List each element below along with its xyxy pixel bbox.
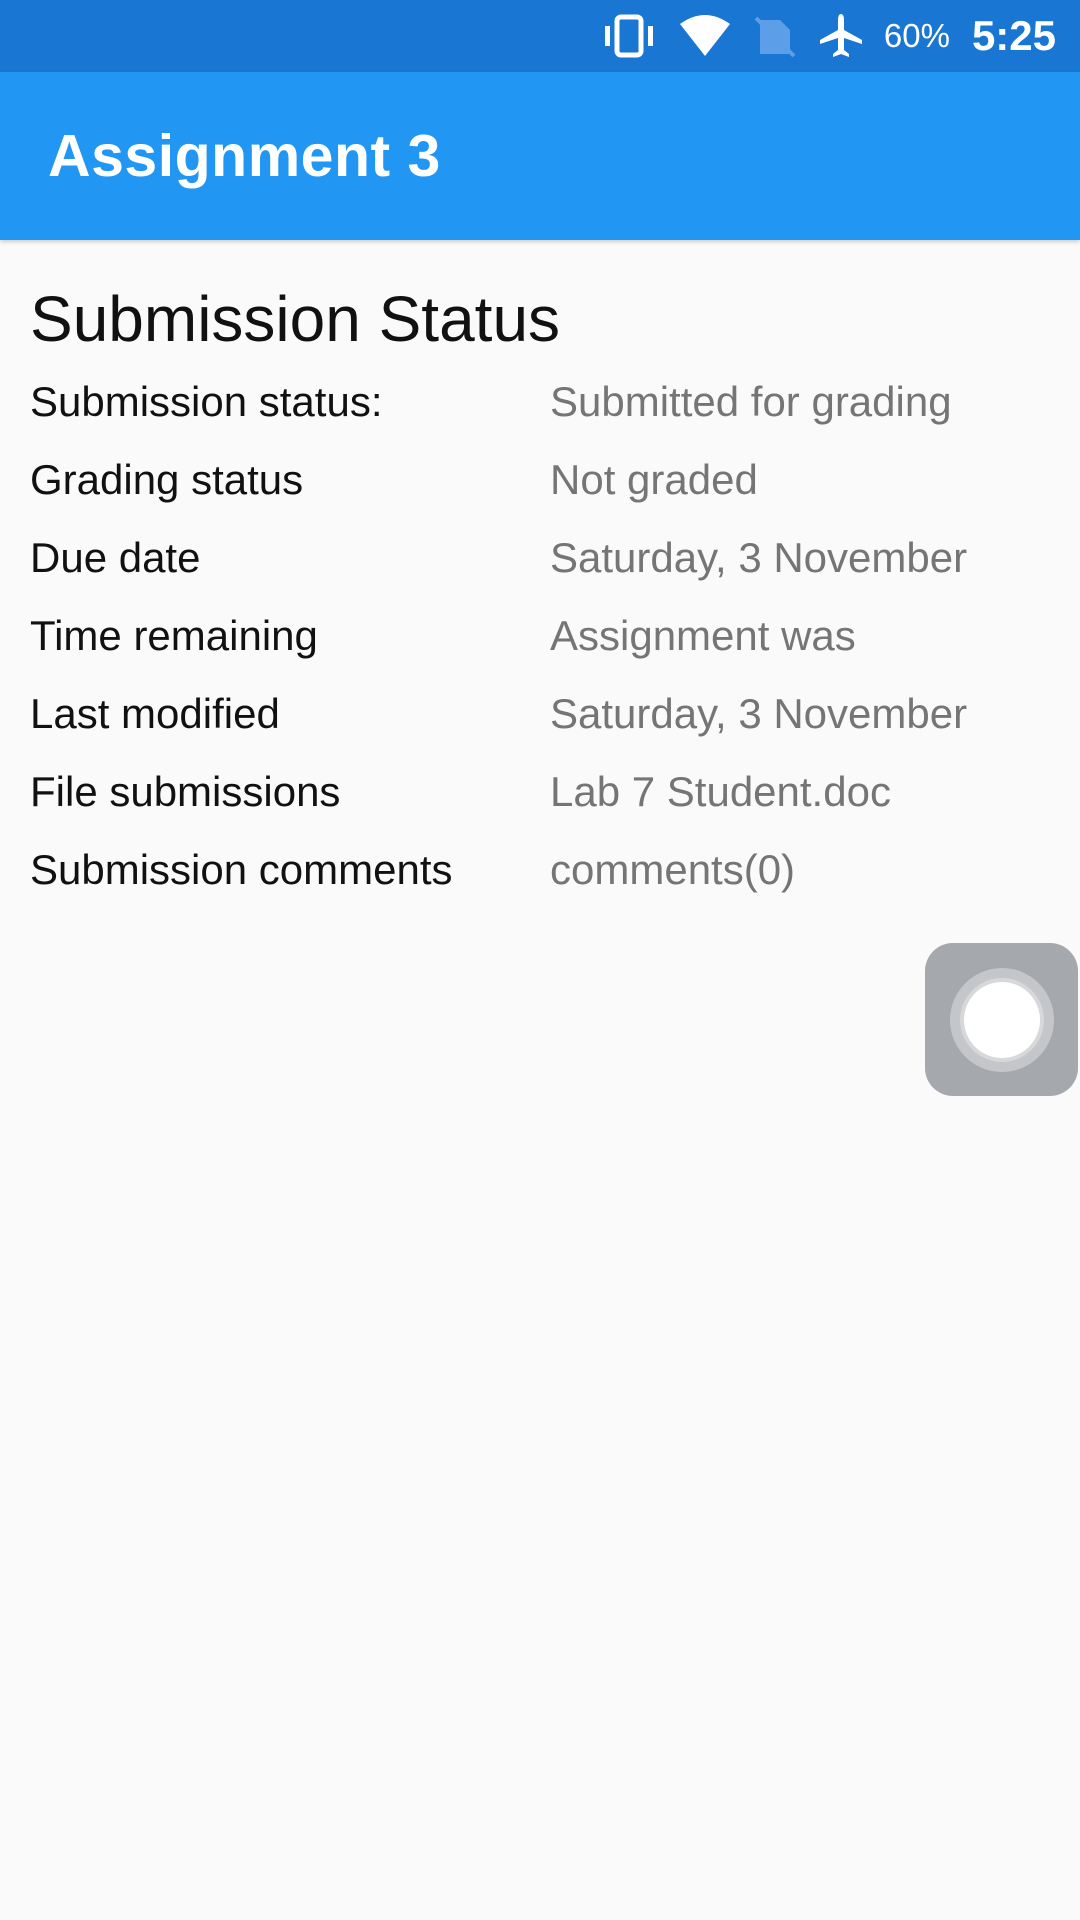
clock: 5:25: [971, 12, 1056, 59]
section-heading: Submission Status: [30, 283, 561, 355]
row-label: Time remaining: [30, 612, 318, 659]
row-value: Saturday, 3 November: [550, 534, 968, 581]
row-time-remaining: Time remaining Assignment was: [30, 612, 1050, 676]
row-label: Submission comments: [30, 846, 453, 893]
file-link[interactable]: Lab 7 Student.doc: [550, 768, 891, 816]
row-submission-comments: Submission comments comments(0): [30, 846, 1050, 910]
row-label: File submissions: [30, 768, 341, 815]
row-value: Assignment was: [550, 612, 856, 659]
assistive-touch-icon: [949, 967, 1054, 1072]
row-value: Saturday, 3 November: [550, 690, 968, 737]
row-due-date: Due date Saturday, 3 November: [30, 534, 1050, 598]
app-bar: Assignment 3: [0, 72, 1080, 240]
no-sim-icon: [754, 14, 796, 58]
row-file-submissions: File submissions Lab 7 Student.doc: [30, 768, 1050, 832]
row-label: Grading status: [30, 456, 304, 503]
row-grading-status: Grading status Not graded: [30, 456, 1050, 520]
wifi-icon: [678, 14, 732, 58]
row-last-modified: Last modified Saturday, 3 November: [30, 690, 1050, 754]
airplane-mode-icon: [818, 12, 864, 60]
row-label: Submission status:: [30, 378, 383, 425]
row-submission-status: Submission status: Submitted for grading: [30, 378, 1050, 442]
row-label: Due date: [30, 534, 201, 581]
status-bar: 60% 5:25: [0, 0, 1080, 72]
comments-link[interactable]: comments(0): [550, 846, 795, 894]
row-value: Not graded: [550, 456, 758, 503]
page-title: Assignment 3: [48, 123, 441, 189]
battery-percentage: 60%: [883, 17, 950, 54]
row-value: Submitted for grading: [550, 378, 952, 425]
assistive-touch-button[interactable]: [925, 943, 1078, 1096]
vibrate-icon: [602, 14, 656, 58]
row-label: Last modified: [30, 690, 280, 737]
